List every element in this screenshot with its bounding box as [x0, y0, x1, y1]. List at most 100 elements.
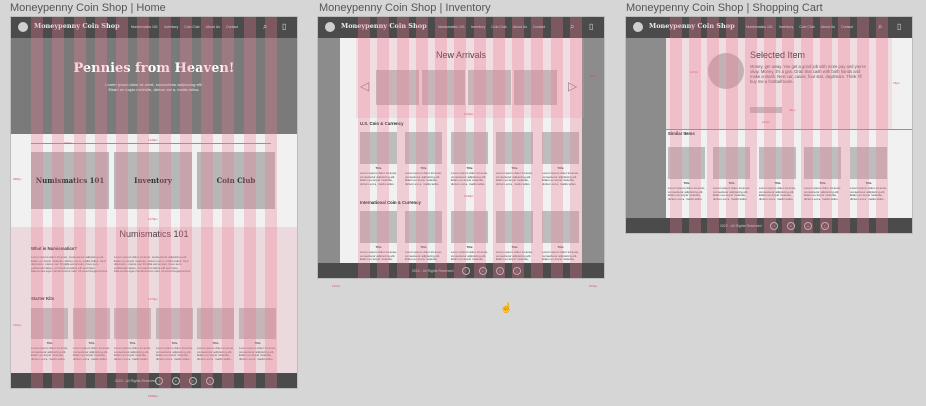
instagram-icon[interactable]: ◻: [206, 377, 214, 385]
facebook-icon[interactable]: f: [155, 377, 163, 385]
product-text: Lorem ipsum dolor sit amet, consectetur …: [405, 172, 442, 186]
nav-link[interactable]: Contact: [841, 25, 853, 29]
kit-image[interactable]: [31, 308, 68, 339]
carousel-item[interactable]: [514, 70, 557, 105]
product-image[interactable]: [360, 211, 397, 243]
product-text: Lorem ipsum dolor sit amet, consectetur …: [451, 251, 488, 262]
selected-item-title: Selected Item: [750, 50, 806, 60]
product-image[interactable]: [405, 132, 442, 164]
nav-link[interactable]: Inventory: [779, 25, 793, 29]
side-gutter: [318, 38, 340, 263]
kit-image[interactable]: [73, 308, 110, 339]
product-title: Title: [375, 245, 382, 249]
product-image[interactable]: [542, 132, 579, 164]
nav-link[interactable]: Contact: [226, 25, 238, 29]
kit-image[interactable]: [239, 308, 276, 339]
similar-item-image[interactable]: [804, 147, 841, 179]
carousel-item[interactable]: [376, 70, 419, 105]
similar-item-title: Title: [819, 181, 826, 185]
similar-item-text: Lorem ipsum dolor sit amet, consectetur …: [850, 187, 887, 201]
dimension-label: 190px: [13, 323, 22, 327]
nav-link[interactable]: About Us: [513, 25, 527, 29]
similar-item-image[interactable]: [668, 147, 705, 179]
similar-item-image[interactable]: [713, 147, 750, 179]
search-icon[interactable]: ⌕: [570, 22, 574, 32]
carousel-item[interactable]: [468, 70, 511, 105]
linkedin-icon[interactable]: in: [479, 267, 487, 275]
dribbble-icon[interactable]: ◎: [804, 222, 812, 230]
footer-text: 2022 - All Rights Reserved: [720, 224, 762, 228]
kit-title: Title: [88, 341, 95, 345]
nav-card-inventory[interactable]: Inventory: [114, 152, 192, 209]
nav-card-coin-club[interactable]: Coin Club: [197, 152, 275, 209]
product-text: Lorem ipsum dolor sit amet, consectetur …: [542, 251, 579, 262]
nav-link[interactable]: Coin Club: [799, 25, 814, 29]
kit-text: Lorem ipsum dolor sit amet, consectetur …: [31, 347, 68, 361]
nav-bar: Moneypenny Coin Shop Numismatics 101 Inve…: [11, 17, 297, 38]
dimension-label: 117px: [332, 284, 340, 288]
kit-image[interactable]: [156, 308, 193, 339]
kit-image[interactable]: [197, 308, 234, 339]
dribbble-icon[interactable]: ◎: [189, 377, 197, 385]
selected-item-description: Money, get away. You get a good job with…: [750, 64, 866, 84]
nav-link[interactable]: Inventory: [164, 25, 178, 29]
dribbble-icon[interactable]: ◎: [496, 267, 504, 275]
nav-link[interactable]: About Us: [821, 25, 835, 29]
product-image[interactable]: [451, 132, 488, 164]
carousel-prev-icon[interactable]: ◁: [360, 79, 369, 93]
facebook-icon[interactable]: f: [770, 222, 778, 230]
dimension-label: 1920px: [148, 394, 158, 398]
product-image[interactable]: [496, 211, 533, 243]
linkedin-icon[interactable]: in: [787, 222, 795, 230]
nav-link[interactable]: Contact: [533, 25, 545, 29]
product-image[interactable]: [360, 132, 397, 164]
footer-text: 2022 - All Rights Reserved: [412, 269, 454, 273]
nav-link[interactable]: About Us: [206, 25, 220, 29]
cart-icon[interactable]: ▯: [589, 22, 593, 32]
instagram-icon[interactable]: ◻: [821, 222, 829, 230]
kit-title: Title: [254, 341, 261, 345]
inventory-artboard: Moneypenny Coin Shop Numismatics 101 Inve…: [318, 17, 604, 278]
product-image[interactable]: [405, 211, 442, 243]
facebook-icon[interactable]: f: [462, 267, 470, 275]
product-image[interactable]: [496, 132, 533, 164]
hero-banner: Pennies from Heaven! Lorem ipsum dolor s…: [11, 38, 297, 134]
product-title: Title: [420, 166, 427, 170]
instagram-icon[interactable]: ◻: [513, 267, 521, 275]
cart-icon[interactable]: ▯: [897, 22, 901, 32]
footer-text: 2022 - All Rights Reserved: [115, 379, 157, 383]
search-icon[interactable]: ⌕: [878, 22, 882, 32]
similar-item-image[interactable]: [759, 147, 796, 179]
nav-bar: Moneypenny Coin Shop Numismatics 101 Inve…: [318, 17, 604, 38]
add-to-cart-button[interactable]: [750, 107, 782, 113]
frame-title-home: Moneypenny Coin Shop | Home: [10, 2, 166, 14]
nav-link[interactable]: Numismatics 101: [746, 25, 773, 29]
nav-link[interactable]: Coin Club: [184, 25, 199, 29]
product-image[interactable]: [542, 211, 579, 243]
product-image[interactable]: [451, 211, 488, 243]
side-gutter: [582, 38, 604, 263]
kit-title: Title: [212, 341, 219, 345]
logo-icon[interactable]: [18, 22, 28, 32]
carousel-item[interactable]: [422, 70, 465, 105]
kit-image[interactable]: [114, 308, 151, 339]
similar-item-image[interactable]: [850, 147, 887, 179]
brand-name[interactable]: Moneypenny Coin Shop: [34, 22, 120, 30]
search-icon[interactable]: ⌕: [263, 22, 267, 32]
nav-link[interactable]: Inventory: [471, 25, 485, 29]
linkedin-icon[interactable]: in: [172, 377, 180, 385]
nav-card-numismatics[interactable]: Numismatics 101: [31, 152, 109, 209]
brand-name[interactable]: Moneypenny Coin Shop: [341, 22, 427, 30]
logo-icon[interactable]: [325, 22, 335, 32]
selected-item-image[interactable]: [708, 53, 744, 89]
nav-link[interactable]: Numismatics 101: [131, 25, 158, 29]
logo-icon[interactable]: [633, 22, 643, 32]
category-label-international: International Coin & Currency: [360, 200, 421, 205]
nav-link[interactable]: Numismatics 101: [438, 25, 465, 29]
paragraph: Lorem ipsum dolor sit amet, consectetur …: [114, 255, 192, 274]
nav-link[interactable]: Coin Club: [491, 25, 506, 29]
cart-icon[interactable]: ▯: [282, 22, 286, 32]
brand-name[interactable]: Moneypenny Coin Shop: [649, 22, 735, 30]
carousel-next-icon[interactable]: ▷: [568, 79, 577, 93]
paragraph: Lorem ipsum dolor sit amet, consectetur …: [31, 255, 109, 274]
